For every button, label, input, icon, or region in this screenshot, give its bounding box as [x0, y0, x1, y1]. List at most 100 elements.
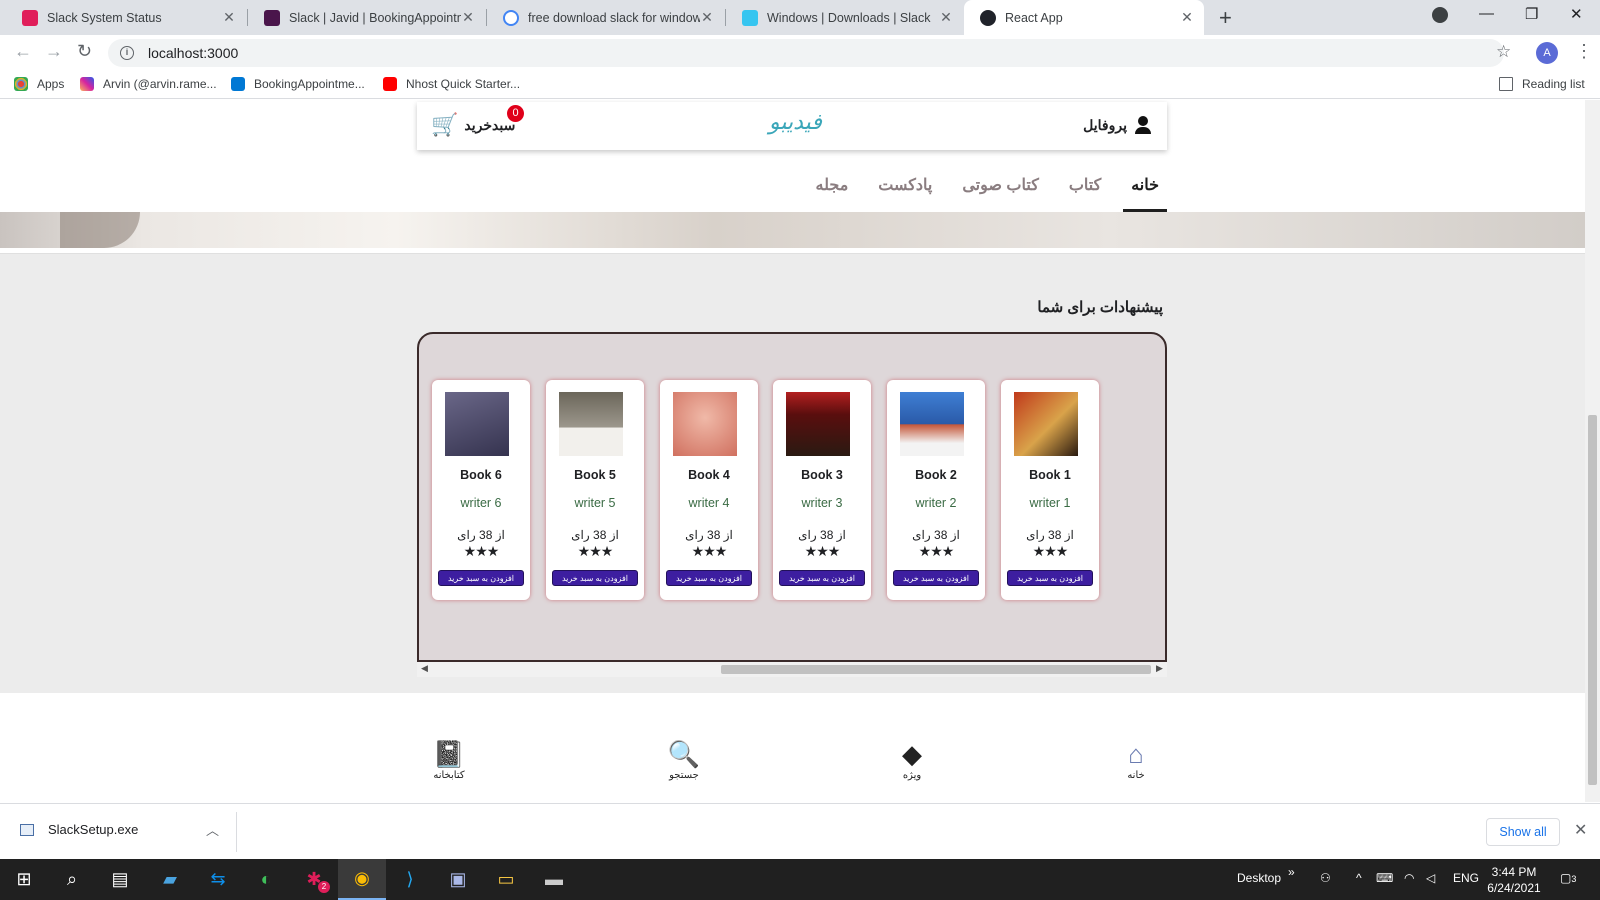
nav-search[interactable]: 🔍 جستجو	[654, 740, 714, 781]
slack-icon[interactable]: ✱ 2	[290, 859, 338, 900]
book-title[interactable]: Book 3	[773, 468, 871, 482]
book-cover-image[interactable]	[445, 392, 509, 456]
add-to-cart-button[interactable]: افزودن به سبد خرید	[438, 570, 524, 586]
minimize-button[interactable]: —	[1479, 5, 1494, 22]
book-card[interactable]: Book 6 writer 6 از 38 رای ★★★ افزودن به …	[432, 380, 530, 600]
profile-label: پروفایل	[1083, 116, 1127, 133]
desktop-toolbar[interactable]: Desktop	[1237, 871, 1281, 885]
scroll-left-icon[interactable]: ◀	[421, 663, 428, 674]
download-item[interactable]: SlackSetup.exe	[20, 822, 138, 837]
add-to-cart-button[interactable]: افزودن به سبد خرید	[666, 570, 752, 586]
add-to-cart-button[interactable]: افزودن به سبد خرید	[893, 570, 979, 586]
notification-icon[interactable]: ▢3	[1560, 871, 1576, 885]
chevron-up-icon[interactable]: ^	[1356, 871, 1362, 885]
windows-start-icon[interactable]: ⊞	[0, 859, 48, 900]
apps-grid-icon	[14, 77, 28, 91]
close-tab-icon[interactable]: ✕	[700, 9, 714, 26]
book-card[interactable]: Book 4 writer 4 از 38 رای ★★★ افزودن به …	[660, 380, 758, 600]
book-cover-image[interactable]	[786, 392, 850, 456]
menu-item-book[interactable]: کتاب	[1061, 170, 1109, 212]
nav-special[interactable]: ◆ ویژه	[882, 740, 942, 781]
close-icon[interactable]: ✕	[1574, 820, 1587, 840]
bookmark-booking[interactable]: BookingAppointme...	[231, 77, 365, 91]
bookmark-instagram[interactable]: Arvin (@arvin.rame...	[80, 77, 217, 91]
instagram-icon	[80, 77, 94, 91]
nav-home[interactable]: ⌂ خانه	[1106, 740, 1166, 781]
tab-google-search[interactable]: free download slack for windows ✕	[487, 0, 724, 35]
bookmark-nhost[interactable]: Nhost Quick Starter...	[383, 77, 520, 91]
scrollbar-thumb[interactable]	[721, 665, 1151, 674]
forward-icon[interactable]: →	[45, 41, 63, 62]
restore-button[interactable]: ❐	[1525, 5, 1538, 23]
cart-button[interactable]: 🛒 سبدخرید 0	[431, 105, 524, 138]
add-to-cart-button[interactable]: افزودن به سبد خرید	[779, 570, 865, 586]
bookmark-apps[interactable]: Apps	[14, 77, 64, 91]
menu-item-home[interactable]: خانه	[1123, 170, 1167, 212]
tab-slack-javid[interactable]: Slack | Javid | BookingAppointme ✕	[248, 0, 485, 35]
file-explorer-icon[interactable]: ▭	[482, 859, 530, 900]
keyboard-icon[interactable]: ⌨	[1376, 871, 1393, 885]
book-title[interactable]: Book 2	[887, 468, 985, 482]
scroll-right-icon[interactable]: ▶	[1156, 663, 1163, 674]
tab-slack-status[interactable]: Slack System Status ✕	[6, 0, 246, 35]
volume-icon[interactable]: ◁	[1426, 871, 1435, 885]
menu-item-podcast[interactable]: پادکست	[870, 170, 940, 212]
tab-search-icon[interactable]	[1432, 7, 1448, 23]
book-title[interactable]: Book 4	[660, 468, 758, 482]
system-clock[interactable]: 3:44 PM 6/24/2021	[1474, 864, 1554, 896]
vscode-icon[interactable]: ⟩	[386, 859, 434, 900]
menu-kebab-icon[interactable]: ⋮	[1575, 41, 1593, 62]
book-card[interactable]: Book 5 writer 5 از 38 رای ★★★ افزودن به …	[546, 380, 644, 600]
info-icon[interactable]: i	[120, 46, 134, 60]
close-tab-icon[interactable]: ✕	[939, 9, 953, 26]
page-scrollbar[interactable]	[1585, 100, 1600, 802]
profile-button[interactable]: پروفایل	[1083, 116, 1151, 134]
book-cover-image[interactable]	[673, 392, 737, 456]
tab-react-app[interactable]: React App ✕	[964, 0, 1204, 35]
site-logo[interactable]: فیدیبو	[769, 110, 822, 135]
app-icon[interactable]: ▰	[146, 859, 194, 900]
terminal-icon[interactable]: ▬	[530, 859, 578, 900]
show-all-button[interactable]: Show all	[1486, 818, 1560, 846]
tab-slack-downloads[interactable]: Windows | Downloads | Slack ✕	[726, 0, 963, 35]
book-cover-image[interactable]	[559, 392, 623, 456]
address-bar[interactable]: i localhost:3000	[108, 39, 1504, 67]
task-view-icon[interactable]: ▤	[96, 859, 144, 900]
book-cover-image[interactable]	[1014, 392, 1078, 456]
reload-icon[interactable]: ↻	[77, 41, 92, 62]
profile-avatar[interactable]: A	[1536, 42, 1558, 64]
menu-item-audiobook[interactable]: کتاب صوتی	[954, 170, 1046, 212]
section-title: پیشنهادات برای شما	[1037, 299, 1163, 316]
book-card[interactable]: Book 3 writer 3 از 38 رای ★★★ افزودن به …	[773, 380, 871, 600]
chrome-icon[interactable]: ◉	[338, 859, 386, 900]
wifi-icon[interactable]: ◠	[1404, 871, 1414, 885]
app-globe-icon[interactable]: ◐	[242, 859, 290, 900]
people-icon[interactable]: ⚇	[1320, 871, 1331, 885]
book-card[interactable]: Book 1 writer 1 از 38 رای ★★★ افزودن به …	[1001, 380, 1099, 600]
teamviewer-icon[interactable]: ⇆	[194, 859, 242, 900]
back-icon[interactable]: ←	[14, 41, 32, 62]
chevron-icon[interactable]: »	[1288, 865, 1295, 879]
book-title[interactable]: Book 1	[1001, 468, 1099, 482]
close-tab-icon[interactable]: ✕	[461, 9, 475, 26]
reading-list[interactable]: Reading list	[1499, 77, 1585, 91]
carousel-scrollbar[interactable]: ◀ ▶	[417, 662, 1167, 677]
search-icon[interactable]: ⌕	[48, 859, 96, 900]
app-icon[interactable]: ▣	[434, 859, 482, 900]
nav-library[interactable]: 📓 کتابخانه	[419, 740, 479, 781]
chevron-up-icon[interactable]: ︿	[206, 820, 219, 839]
scrollbar-thumb[interactable]	[1588, 415, 1597, 785]
close-tab-icon[interactable]: ✕	[1180, 9, 1194, 26]
bookmark-star-icon[interactable]: ☆	[1496, 42, 1511, 62]
menu-item-magazine[interactable]: مجله	[808, 170, 857, 212]
book-carousel[interactable]: Book 6 writer 6 از 38 رای ★★★ افزودن به …	[417, 332, 1167, 662]
book-title[interactable]: Book 5	[546, 468, 644, 482]
close-tab-icon[interactable]: ✕	[222, 9, 236, 26]
book-title[interactable]: Book 6	[432, 468, 530, 482]
add-to-cart-button[interactable]: افزودن به سبد خرید	[1007, 570, 1093, 586]
new-tab-button[interactable]: +	[1219, 5, 1232, 31]
close-window-button[interactable]: ✕	[1570, 5, 1583, 23]
add-to-cart-button[interactable]: افزودن به سبد خرید	[552, 570, 638, 586]
book-cover-image[interactable]	[900, 392, 964, 456]
book-card[interactable]: Book 2 writer 2 از 38 رای ★★★ افزودن به …	[887, 380, 985, 600]
